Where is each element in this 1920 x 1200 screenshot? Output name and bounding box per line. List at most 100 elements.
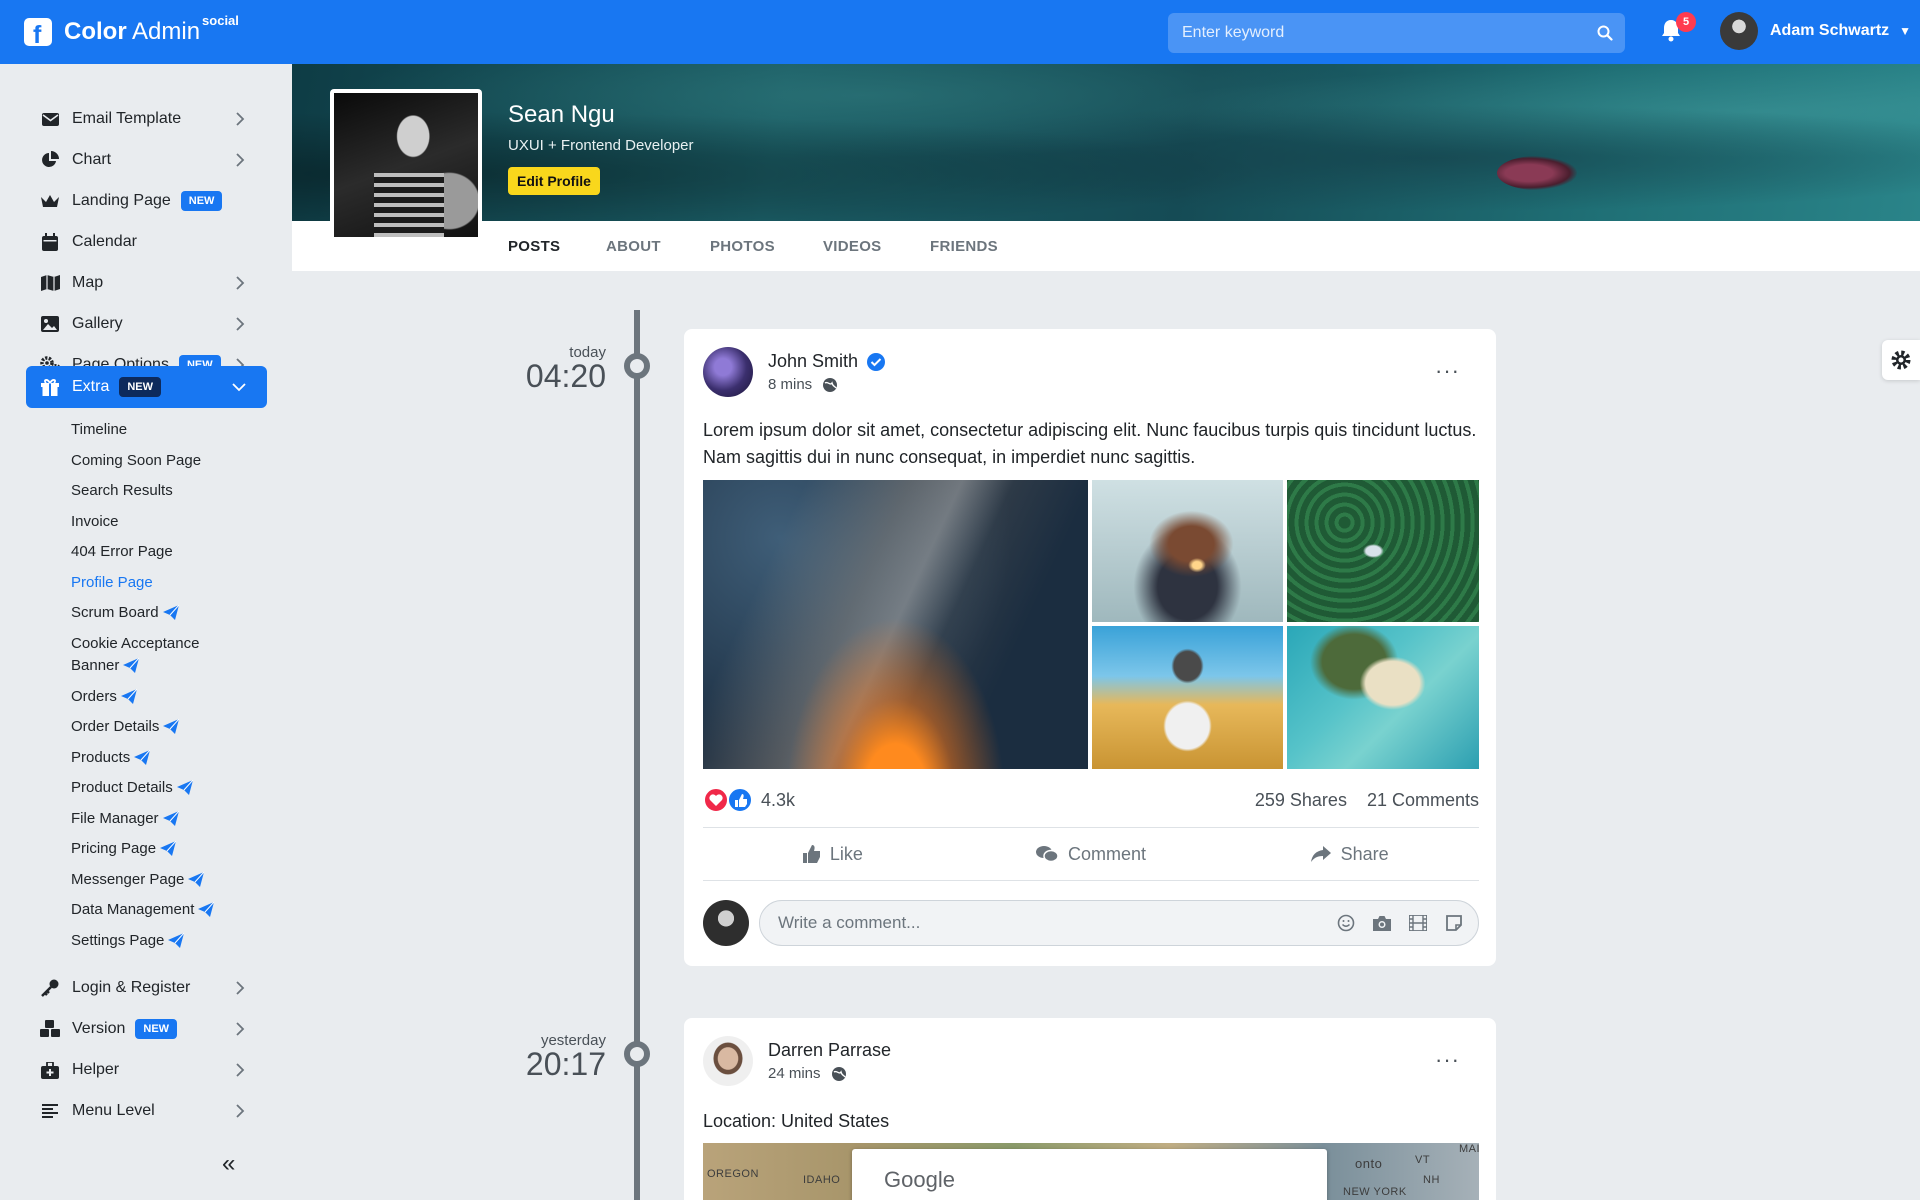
submenu-item-profile-page[interactable]: Profile Page: [71, 572, 153, 594]
submenu-item-timeline[interactable]: Timeline: [71, 419, 127, 441]
submenu-item-pricing-page[interactable]: Pricing Page: [71, 838, 177, 860]
submenu-item-order-details[interactable]: Order Details: [71, 716, 180, 738]
submenu-item-products[interactable]: Products: [71, 747, 151, 769]
new-badge: NEW: [119, 377, 162, 397]
map-search-panel: Google: [852, 1149, 1327, 1200]
camera-icon[interactable]: [1364, 915, 1400, 931]
gear-icon: [1891, 350, 1911, 370]
share-count[interactable]: 259 Shares: [1255, 790, 1347, 811]
post-author[interactable]: Darren Parrase: [768, 1040, 891, 1061]
map-label: OREGON: [707, 1168, 759, 1180]
submenu-item-404-error[interactable]: 404 Error Page: [71, 541, 173, 563]
photo-forest-plane[interactable]: [1287, 480, 1479, 622]
key-icon: [40, 978, 60, 998]
sticker-icon[interactable]: [1436, 915, 1472, 931]
location-map[interactable]: OREGON IDAHO Google onto VT MAI NH NEW Y…: [703, 1143, 1479, 1200]
photo-island[interactable]: [1287, 626, 1479, 769]
reaction-count[interactable]: 4.3k: [761, 790, 795, 811]
search-bar: [1168, 13, 1625, 53]
user-menu[interactable]: Adam Schwartz ▼: [1720, 12, 1911, 50]
tab-about[interactable]: ABOUT: [606, 238, 661, 255]
comment-composer: [703, 900, 1479, 946]
sidebar-item-login-register[interactable]: Login & Register: [26, 968, 267, 1008]
post-author[interactable]: John Smith: [768, 351, 886, 372]
post-card: Darren Parrase 24 mins ··· Location: Uni…: [684, 1018, 1496, 1200]
search-icon[interactable]: [1585, 25, 1625, 41]
tab-photos[interactable]: PHOTOS: [710, 238, 775, 255]
post-meta: 24 mins: [768, 1065, 847, 1082]
map-label: MAI: [1459, 1143, 1479, 1155]
chevron-right-icon: [236, 1063, 245, 1077]
sidebar-item-version[interactable]: Version NEW: [26, 1009, 267, 1049]
submenu-item-data-management[interactable]: Data Management: [71, 899, 215, 921]
submenu-item-coming-soon[interactable]: Coming Soon Page: [71, 450, 201, 472]
author-avatar[interactable]: [703, 1036, 753, 1086]
sidebar-item-extra[interactable]: Extra NEW: [26, 366, 267, 408]
cubes-icon: [40, 1019, 60, 1039]
paper-plane-icon: [134, 750, 151, 765]
theme-settings-button[interactable]: [1882, 340, 1920, 380]
thumbs-up-icon: [802, 845, 820, 863]
image-icon: [40, 314, 60, 334]
chevron-right-icon: [236, 276, 245, 290]
submenu-item-search-results[interactable]: Search Results: [71, 480, 173, 502]
sidebar-item-chart[interactable]: Chart: [26, 140, 267, 180]
medkit-icon: [40, 1060, 60, 1080]
submenu-item-invoice[interactable]: Invoice: [71, 511, 119, 533]
sidebar-item-calendar[interactable]: Calendar: [26, 222, 267, 262]
sidebar-item-landing-page[interactable]: Landing Page NEW: [26, 181, 267, 221]
sidebar-collapse-icon[interactable]: «: [222, 1150, 235, 1178]
photo-milky-way[interactable]: [703, 480, 1088, 769]
post-text: Location: United States: [703, 1111, 890, 1131]
sidebar-item-menu-level[interactable]: Menu Level: [26, 1091, 267, 1131]
submenu-item-messenger-page[interactable]: Messenger Page: [71, 869, 205, 891]
tab-posts[interactable]: POSTS: [508, 238, 560, 255]
sidebar-item-map[interactable]: Map: [26, 263, 267, 303]
comment-count[interactable]: 21 Comments: [1367, 790, 1479, 811]
submenu-item-orders[interactable]: Orders: [71, 686, 137, 708]
photo-sparkler[interactable]: [1092, 480, 1283, 622]
post-card: John Smith 8 mins ··· Lorem ipsum dolor …: [684, 329, 1496, 966]
submenu-item-product-details[interactable]: Product Details: [71, 777, 193, 799]
caret-down-icon: ▼: [1899, 24, 1912, 38]
notifications-button[interactable]: 5: [1660, 12, 1696, 44]
post-meta: 8 mins: [768, 376, 838, 393]
film-icon[interactable]: [1400, 915, 1436, 931]
submenu-item-cookie-banner[interactable]: Cookie Acceptance Banner: [71, 633, 199, 677]
more-options-icon[interactable]: ···: [1435, 358, 1460, 384]
comment-button[interactable]: Comment: [962, 828, 1221, 880]
reactions-row: 4.3k 259 Shares 21 Comments: [703, 785, 1479, 815]
paper-plane-icon: [176, 780, 193, 795]
map-label: VT: [1415, 1154, 1431, 1166]
notification-count-badge: 5: [1676, 12, 1696, 32]
sidebar-item-email-template[interactable]: Email Template: [26, 99, 267, 139]
paper-plane-icon: [162, 605, 179, 620]
comment-input[interactable]: [760, 913, 1328, 933]
share-icon: [1310, 846, 1331, 862]
share-button[interactable]: Share: [1220, 828, 1479, 880]
map-icon: [40, 273, 60, 293]
emoji-icon[interactable]: [1328, 914, 1364, 932]
love-reaction-icon: [703, 787, 729, 813]
profile-tabs-bar: POSTS ABOUT PHOTOS VIDEOS FRIENDS: [292, 221, 1920, 271]
submenu-item-scrum-board[interactable]: Scrum Board: [71, 602, 179, 624]
more-options-icon[interactable]: ···: [1435, 1047, 1460, 1073]
sidebar-item-gallery[interactable]: Gallery: [26, 304, 267, 344]
tab-friends[interactable]: FRIENDS: [930, 238, 998, 255]
like-button[interactable]: Like: [703, 828, 962, 880]
photo-drone[interactable]: [1092, 626, 1283, 769]
paper-plane-icon: [168, 933, 185, 948]
post-text: Lorem ipsum dolor sit amet, consectetur …: [703, 420, 1477, 467]
paper-plane-icon: [120, 689, 137, 704]
submenu-item-file-manager[interactable]: File Manager: [71, 808, 179, 830]
profile-picture[interactable]: [330, 89, 482, 241]
edit-profile-button[interactable]: Edit Profile: [508, 167, 600, 195]
timeline-dot: [624, 1041, 650, 1067]
sidebar-item-helper[interactable]: Helper: [26, 1050, 267, 1090]
submenu-item-settings-page[interactable]: Settings Page: [71, 930, 185, 952]
tab-videos[interactable]: VIDEOS: [823, 238, 881, 255]
author-avatar[interactable]: [703, 347, 753, 397]
brand[interactable]: f Color Admin social: [24, 13, 239, 46]
profile-role: UXUI + Frontend Developer: [508, 137, 694, 154]
search-input[interactable]: [1168, 24, 1585, 42]
